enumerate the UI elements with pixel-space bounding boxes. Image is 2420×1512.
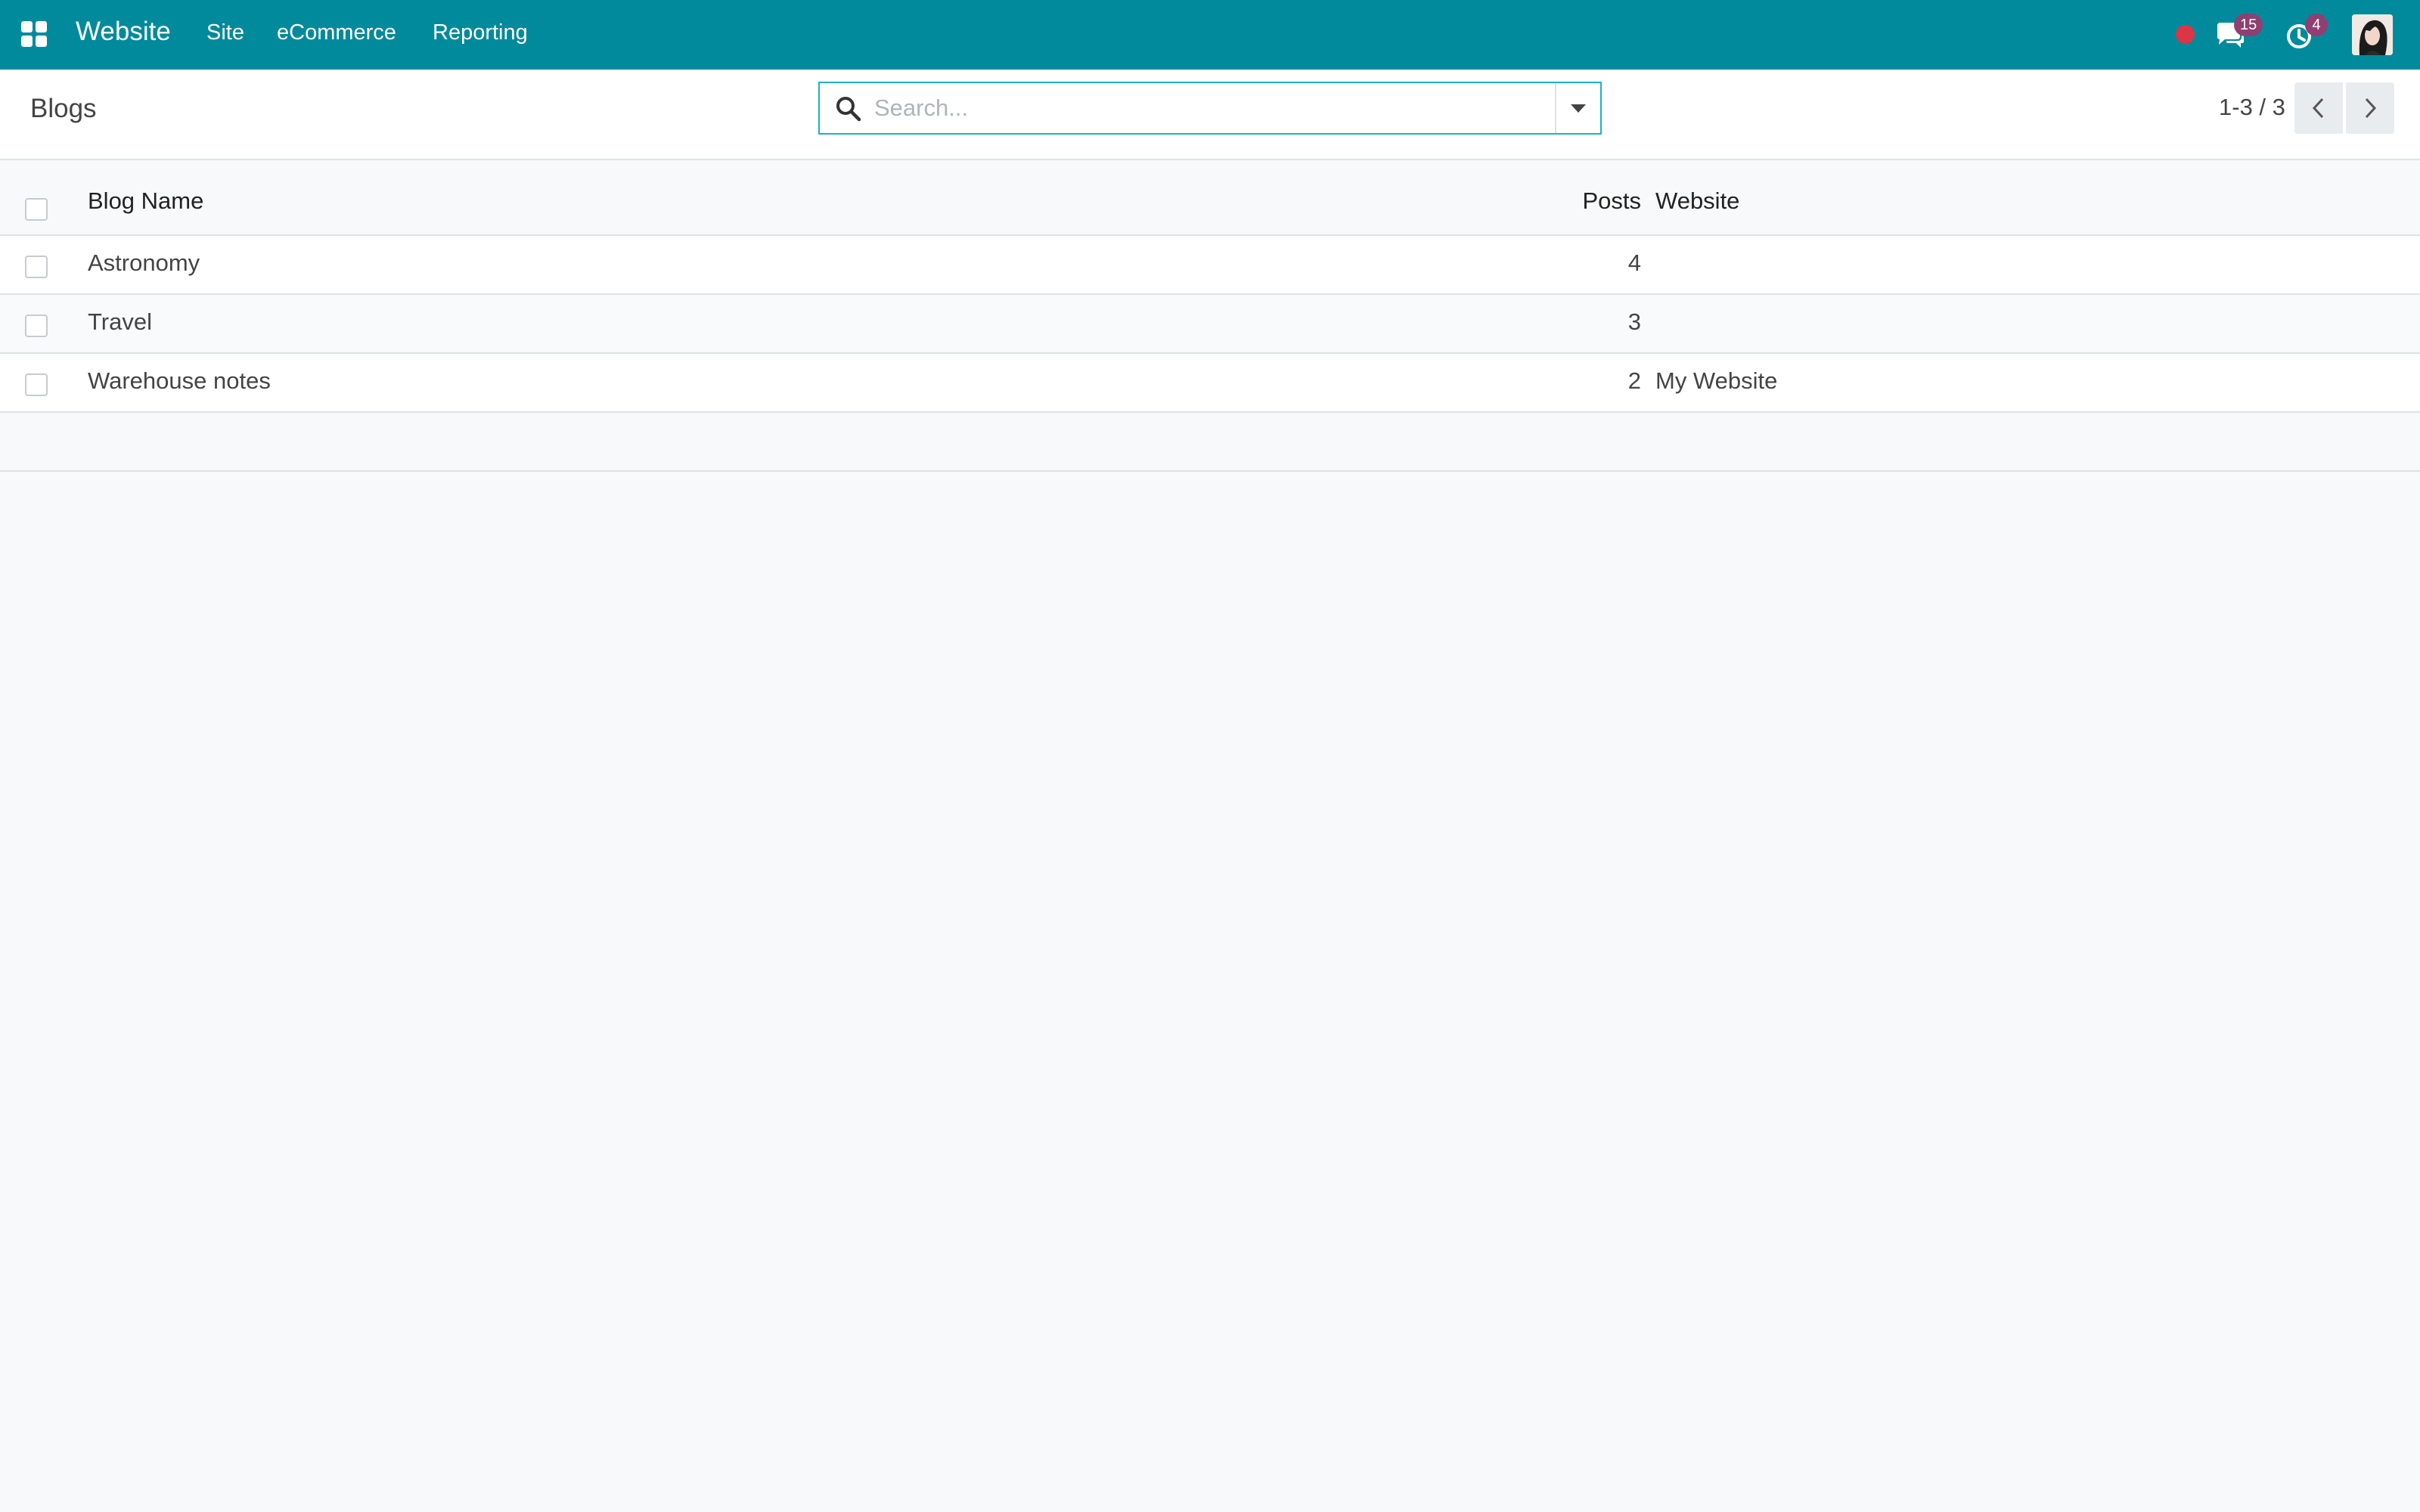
pager-value[interactable]: 1-3 / 3 — [2219, 94, 2285, 121]
table-row[interactable]: Travel 3 — [0, 295, 2420, 354]
column-header-website[interactable]: Website — [1655, 187, 1739, 215]
pager-next-button[interactable] — [2346, 82, 2394, 134]
pager-previous-button[interactable] — [2294, 82, 2343, 134]
posts-cell: 3 — [1627, 308, 1641, 335]
row-checkbox[interactable] — [25, 373, 48, 396]
empty-row — [0, 413, 2420, 472]
table-row[interactable]: Warehouse notes 2 My Website — [0, 354, 2420, 413]
control-panel: Blogs 1-3 / 3 — [0, 70, 2420, 160]
breadcrumb: Blogs — [30, 94, 97, 123]
menu-site[interactable]: Site — [206, 20, 244, 45]
status-indicator[interactable] — [2176, 25, 2195, 44]
chevron-right-icon — [2365, 98, 2377, 119]
row-checkbox[interactable] — [25, 256, 48, 278]
search-input[interactable] — [874, 91, 1540, 125]
chevron-left-icon — [2312, 98, 2324, 119]
table-row[interactable]: Astronomy 4 — [0, 236, 2420, 295]
menu-ecommerce[interactable]: eCommerce — [277, 20, 396, 45]
apps-grid-icon[interactable] — [21, 21, 47, 47]
app-name[interactable]: Website — [76, 17, 171, 47]
posts-cell: 4 — [1627, 249, 1641, 276]
search-icon — [835, 95, 862, 122]
row-checkbox[interactable] — [25, 314, 48, 337]
column-header-blog-name[interactable]: Blog Name — [88, 187, 203, 215]
table-header: Blog Name Posts Website — [0, 175, 2420, 236]
website-cell: My Website — [1655, 367, 1778, 394]
top-navbar: Website Site eCommerce Reporting 15 4 — [0, 0, 2420, 70]
caret-down-icon — [1571, 104, 1586, 113]
select-all-checkbox[interactable] — [25, 198, 48, 221]
search-options-toggle[interactable] — [1555, 83, 1600, 133]
blog-name-cell: Warehouse notes — [88, 367, 271, 394]
messages-count-badge: 15 — [2234, 14, 2263, 36]
blog-name-cell: Astronomy — [88, 249, 200, 276]
column-header-posts[interactable]: Posts — [1582, 187, 1641, 215]
menu-reporting[interactable]: Reporting — [433, 20, 528, 45]
posts-cell: 2 — [1627, 367, 1641, 394]
user-avatar[interactable] — [2352, 14, 2393, 55]
blogs-table: Blog Name Posts Website Astronomy 4 Trav… — [0, 175, 2420, 472]
blog-name-cell: Travel — [88, 308, 152, 335]
search-bar — [818, 82, 1602, 135]
activities-count-badge: 4 — [2305, 14, 2328, 36]
